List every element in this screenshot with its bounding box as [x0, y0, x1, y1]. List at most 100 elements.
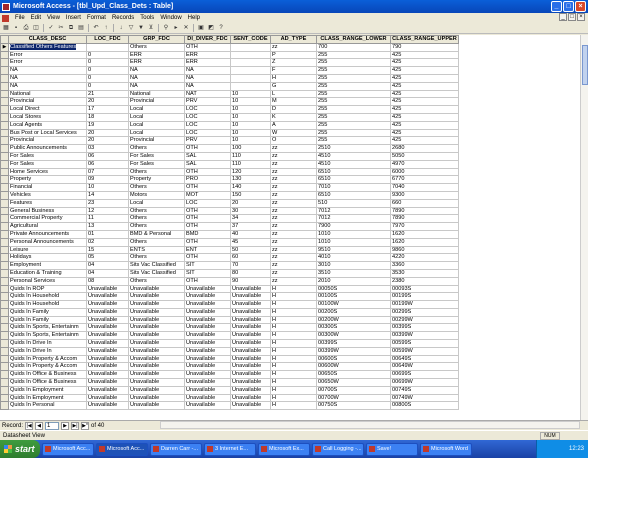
- new-object-icon[interactable]: ◩: [207, 24, 215, 32]
- cell-ad-type[interactable]: zz: [270, 237, 317, 247]
- cell-loc-fdc[interactable]: 0: [86, 73, 129, 83]
- cell-sent-code[interactable]: [230, 58, 271, 68]
- cell-class-desc[interactable]: Local Direct: [8, 105, 87, 114]
- taskbar-button[interactable]: Call Logging -...: [312, 442, 364, 456]
- cell-class-desc[interactable]: Local Agents: [8, 120, 87, 130]
- horizontal-scrollbar[interactable]: [160, 421, 580, 429]
- cell-class-range-upper[interactable]: 00699W: [390, 378, 459, 387]
- cell-ad-type[interactable]: K: [270, 112, 317, 122]
- cell-di-diver-fdc[interactable]: NAT: [184, 89, 231, 99]
- cell-sent-code[interactable]: 10: [230, 89, 271, 99]
- cell-class-range-upper[interactable]: 660: [390, 198, 459, 208]
- cell-grp-fdc[interactable]: Others: [128, 237, 185, 247]
- cell-sent-code[interactable]: 37: [230, 222, 271, 231]
- cell-class-range-lower[interactable]: 00300S: [316, 323, 391, 333]
- cell-class-range-upper[interactable]: 425: [390, 73, 459, 83]
- row-selector[interactable]: [0, 214, 9, 224]
- help-icon[interactable]: ?: [217, 24, 225, 32]
- cell-class-range-lower[interactable]: 00750S: [316, 401, 391, 411]
- table-row[interactable]: Local Direct 17 Local LOC 10 D 255 425: [0, 105, 459, 114]
- row-selector[interactable]: [0, 144, 9, 153]
- cell-class-range-lower[interactable]: 4010: [316, 253, 391, 263]
- cell-di-diver-fdc[interactable]: OTH: [184, 167, 231, 177]
- cell-di-diver-fdc[interactable]: NA: [184, 73, 231, 83]
- row-selector[interactable]: [0, 385, 9, 395]
- cell-class-range-upper[interactable]: 9300: [390, 190, 459, 200]
- paste-icon[interactable]: ▤: [77, 24, 85, 32]
- cell-class-range-lower[interactable]: 00050S: [316, 284, 391, 294]
- cell-ad-type[interactable]: H: [270, 378, 317, 387]
- row-selector[interactable]: [0, 97, 9, 107]
- cell-di-diver-fdc[interactable]: PRO: [184, 175, 231, 185]
- cell-class-desc[interactable]: Quids In Sports, Entertainm: [8, 331, 87, 341]
- cell-class-range-lower[interactable]: 6510: [316, 167, 391, 177]
- table-row[interactable]: Quids In Employment Unavailable Unavailabl…: [0, 385, 459, 395]
- maximize-button[interactable]: □: [563, 1, 574, 12]
- cell-loc-fdc[interactable]: Unavailable: [86, 315, 129, 325]
- cell-grp-fdc[interactable]: Unavailable: [128, 401, 185, 411]
- delete-record-icon[interactable]: ✕: [182, 24, 190, 32]
- table-row[interactable]: Local Agents 19 Local LOC 10 A 255 425: [0, 120, 459, 130]
- cell-ad-type[interactable]: zz: [270, 151, 317, 161]
- cell-grp-fdc[interactable]: Unavailable: [128, 323, 185, 333]
- cell-sent-code[interactable]: Unavailable: [230, 331, 271, 341]
- cell-class-range-upper[interactable]: 6770: [390, 175, 459, 185]
- cell-class-range-lower[interactable]: 255: [316, 128, 391, 138]
- cell-class-range-lower[interactable]: 255: [316, 97, 391, 107]
- cell-di-diver-fdc[interactable]: SIT: [184, 268, 231, 278]
- cell-di-diver-fdc[interactable]: OTH: [184, 214, 231, 224]
- cell-loc-fdc[interactable]: [86, 42, 129, 52]
- cell-ad-type[interactable]: zz: [270, 268, 317, 278]
- filter-by-selection-icon[interactable]: ▽: [127, 24, 135, 32]
- cell-sent-code[interactable]: 10: [230, 97, 271, 107]
- taskbar-button[interactable]: Microsoft Ex...: [258, 442, 310, 456]
- cell-class-range-upper[interactable]: 7890: [390, 214, 459, 224]
- cell-di-diver-fdc[interactable]: Unavailable: [184, 292, 231, 302]
- row-selector[interactable]: [0, 222, 9, 231]
- cell-class-range-lower[interactable]: 00700S: [316, 385, 391, 395]
- cell-class-range-lower[interactable]: 255: [316, 120, 391, 130]
- cell-class-range-lower[interactable]: 00600S: [316, 354, 391, 364]
- cell-class-range-lower[interactable]: 255: [316, 112, 391, 122]
- cell-class-desc[interactable]: Error: [8, 50, 87, 60]
- table-row[interactable]: For Sales 06 For Sales SAL 110 zz 4510 5050: [0, 151, 459, 161]
- cell-loc-fdc[interactable]: 0: [86, 58, 129, 68]
- cell-loc-fdc[interactable]: 0: [86, 81, 129, 91]
- cell-class-range-upper[interactable]: 1620: [390, 237, 459, 247]
- cell-class-range-upper[interactable]: 790: [390, 42, 459, 52]
- cell-ad-type[interactable]: zz: [270, 159, 317, 169]
- row-selector[interactable]: [0, 354, 9, 364]
- row-selector[interactable]: [0, 151, 9, 161]
- row-selector[interactable]: [0, 73, 9, 83]
- cell-di-diver-fdc[interactable]: Unavailable: [184, 307, 231, 317]
- cell-sent-code[interactable]: Unavailable: [230, 401, 271, 411]
- row-selector[interactable]: [0, 159, 9, 169]
- table-row[interactable]: Error 0 ERR ERR P 255 425: [0, 50, 459, 60]
- cell-loc-fdc[interactable]: 09: [86, 175, 129, 185]
- cell-class-range-upper[interactable]: 00800S: [390, 401, 459, 411]
- cell-ad-type[interactable]: Z: [270, 58, 317, 68]
- row-selector[interactable]: [0, 323, 9, 333]
- cut-icon[interactable]: ✂: [57, 24, 65, 32]
- table-row[interactable]: Error 0 ERR ERR Z 255 425: [0, 58, 459, 68]
- cell-sent-code[interactable]: Unavailable: [230, 315, 271, 325]
- cell-ad-type[interactable]: H: [270, 331, 317, 341]
- access-app-icon[interactable]: [2, 2, 10, 11]
- column-header-class-range-lower[interactable]: CLASS_RANGE_LOWER: [316, 35, 391, 44]
- cell-ad-type[interactable]: zz: [270, 229, 317, 239]
- cell-sent-code[interactable]: 70: [230, 261, 271, 270]
- cell-ad-type[interactable]: H: [270, 73, 317, 83]
- row-selector[interactable]: [0, 300, 9, 309]
- cell-class-range-upper[interactable]: 00749S: [390, 385, 459, 395]
- cell-grp-fdc[interactable]: Sits Vac Classified: [128, 261, 185, 270]
- column-header-grp-fdc[interactable]: GRP_FDC: [128, 35, 185, 44]
- cell-ad-type[interactable]: zz: [270, 42, 317, 52]
- cell-class-desc[interactable]: Quids In Property & Accom: [8, 362, 87, 372]
- cell-class-range-upper[interactable]: 00199S: [390, 292, 459, 302]
- cell-grp-fdc[interactable]: Others: [128, 42, 185, 52]
- cell-loc-fdc[interactable]: Unavailable: [86, 307, 129, 317]
- cell-class-range-lower[interactable]: 7012: [316, 214, 391, 224]
- cell-class-desc[interactable]: Public Announcements: [8, 144, 87, 153]
- row-selector[interactable]: [0, 292, 9, 302]
- row-selector[interactable]: [0, 183, 9, 192]
